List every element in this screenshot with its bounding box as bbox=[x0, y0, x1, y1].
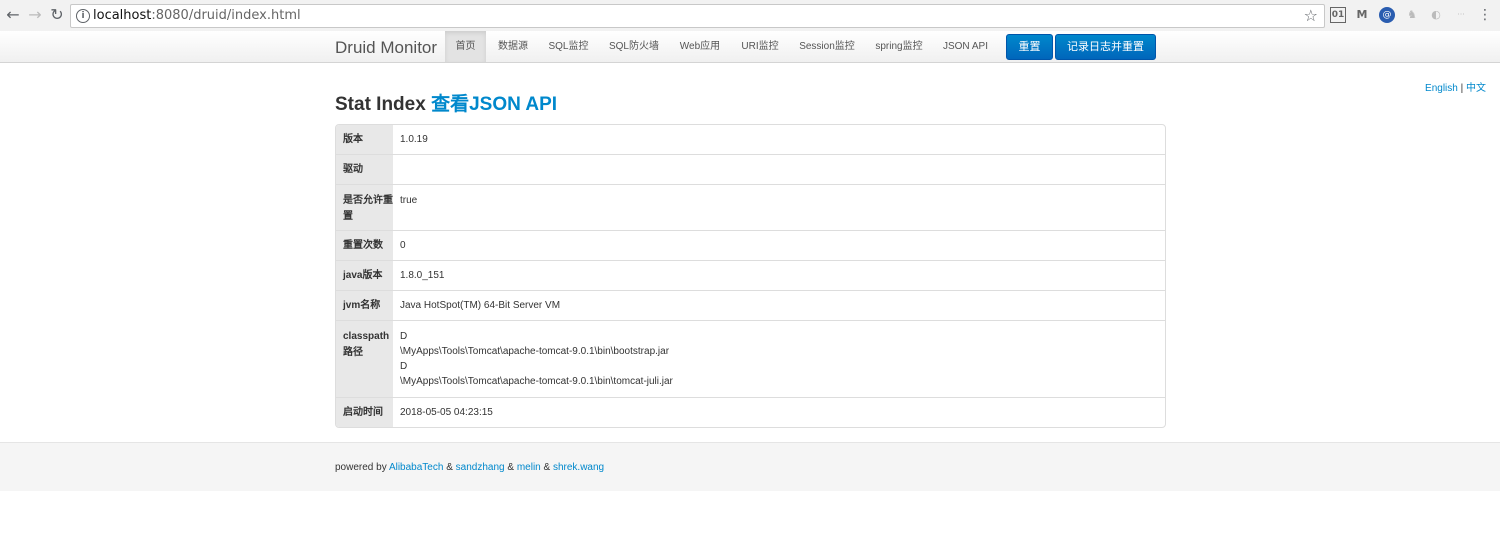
row-key: 驱动 bbox=[336, 155, 393, 184]
footer-link-alibabatech[interactable]: AlibabaTech bbox=[389, 462, 443, 473]
footer-credits: powered by AlibabaTech & sandzhang & mel… bbox=[335, 462, 604, 473]
footer-link-sandzhang[interactable]: sandzhang bbox=[456, 462, 505, 473]
footer-joiner: & bbox=[540, 462, 553, 473]
nav-item-sql-firewall[interactable]: SQL防火墙 bbox=[604, 31, 664, 62]
language-switcher: English | 中文 bbox=[1425, 79, 1486, 94]
table-row: java版本 1.8.0_151 bbox=[336, 260, 1165, 290]
view-json-api-link[interactable]: 查看JSON API bbox=[431, 94, 557, 115]
nav-item-uri-monitor[interactable]: URI监控 bbox=[736, 31, 784, 62]
lang-english-link[interactable]: English bbox=[1425, 83, 1458, 94]
classpath-line: D bbox=[400, 361, 408, 372]
at-extension-icon[interactable]: @ bbox=[1379, 7, 1395, 23]
bookmark-star-icon[interactable]: ☆ bbox=[1304, 6, 1318, 25]
row-value bbox=[393, 155, 1165, 184]
row-value: Java HotSpot(TM) 64-Bit Server VM bbox=[400, 300, 561, 311]
nav-item-spring-monitor[interactable]: spring监控 bbox=[870, 31, 928, 62]
row-value: 2018-05-05 04:23:15 bbox=[400, 407, 493, 418]
row-value: true bbox=[400, 195, 418, 206]
table-row: classpath路径 D \MyApps\Tools\Tomcat\apach… bbox=[336, 320, 1165, 397]
table-row: 版本 1.0.19 bbox=[336, 125, 1165, 154]
row-value: 1.0.19 bbox=[400, 134, 428, 145]
row-value: D \MyApps\Tools\Tomcat\apache-tomcat-9.0… bbox=[393, 321, 1165, 397]
row-key: 重置次数 bbox=[336, 231, 393, 260]
back-arrow-icon[interactable]: ← bbox=[3, 5, 23, 25]
footer-prefix: powered by bbox=[335, 462, 389, 473]
forward-arrow-icon[interactable]: → bbox=[25, 5, 45, 25]
row-key: java版本 bbox=[336, 261, 393, 290]
table-row: 是否允许重置 true bbox=[336, 184, 1165, 230]
row-value: 0 bbox=[400, 240, 406, 251]
nav-item-sql-monitor[interactable]: SQL监控 bbox=[543, 31, 594, 62]
half-circle-extension-icon[interactable]: ◐ bbox=[1428, 7, 1444, 23]
lang-chinese-link[interactable]: 中文 bbox=[1466, 83, 1486, 94]
browser-menu-icon[interactable]: ⋮ bbox=[1478, 7, 1492, 23]
page-title: Stat Index 查看JSON API bbox=[335, 89, 557, 116]
nav-item-json-api[interactable]: JSON API bbox=[938, 31, 993, 62]
footer-link-melin[interactable]: melin bbox=[517, 462, 541, 473]
table-row: 重置次数 0 bbox=[336, 230, 1165, 260]
log-and-reset-button[interactable]: 记录日志并重置 bbox=[1055, 34, 1156, 60]
reset-button[interactable]: 重置 bbox=[1006, 34, 1053, 60]
browser-toolbar: ← → ↻ i localhost:8080/druid/index.html … bbox=[0, 0, 1500, 32]
brand-title[interactable]: Druid Monitor bbox=[335, 38, 437, 58]
row-key: 启动时间 bbox=[336, 398, 393, 427]
row-value: 1.8.0_151 bbox=[400, 270, 445, 281]
table-row: 驱动 bbox=[336, 154, 1165, 184]
url-text: localhost:8080/druid/index.html bbox=[93, 8, 301, 23]
footer-joiner: & bbox=[443, 462, 456, 473]
nav-item-datasource[interactable]: 数据源 bbox=[493, 31, 533, 62]
chess-extension-icon[interactable]: ♞ bbox=[1404, 7, 1420, 23]
classpath-line: D bbox=[400, 331, 408, 342]
footer: powered by AlibabaTech & sandzhang & mel… bbox=[0, 442, 1500, 491]
reload-icon[interactable]: ↻ bbox=[47, 5, 67, 25]
info-icon[interactable]: i bbox=[76, 9, 90, 23]
row-key: jvm名称 bbox=[336, 291, 393, 320]
classpath-line: \MyApps\Tools\Tomcat\apache-tomcat-9.0.1… bbox=[400, 376, 673, 387]
gmail-extension-icon[interactable]: M bbox=[1354, 7, 1370, 23]
lang-separator: | bbox=[1457, 83, 1466, 94]
row-key: 是否允许重置 bbox=[336, 185, 393, 230]
address-bar[interactable]: i localhost:8080/druid/index.html ☆ bbox=[70, 4, 1325, 28]
more-extension-icon[interactable]: ··· bbox=[1453, 7, 1469, 23]
page-title-text: Stat Index bbox=[335, 94, 432, 115]
main-navbar: Druid Monitor 首页 数据源 SQL监控 SQL防火墙 Web应用 … bbox=[0, 31, 1500, 63]
extension-01-icon[interactable]: 01 bbox=[1330, 7, 1346, 23]
row-key: 版本 bbox=[336, 125, 393, 154]
stat-table: 版本 1.0.19 驱动 是否允许重置 true 重置次数 0 java版本 1… bbox=[335, 124, 1166, 428]
footer-joiner: & bbox=[504, 462, 517, 473]
table-row: jvm名称 Java HotSpot(TM) 64-Bit Server VM bbox=[336, 290, 1165, 320]
nav-item-home[interactable]: 首页 bbox=[445, 31, 486, 62]
classpath-line: \MyApps\Tools\Tomcat\apache-tomcat-9.0.1… bbox=[400, 346, 670, 357]
table-row: 启动时间 2018-05-05 04:23:15 bbox=[336, 397, 1165, 427]
nav-item-session-monitor[interactable]: Session监控 bbox=[795, 31, 859, 62]
row-key: classpath路径 bbox=[336, 321, 393, 397]
footer-link-shrek-wang[interactable]: shrek.wang bbox=[553, 462, 604, 473]
nav-item-web-app[interactable]: Web应用 bbox=[675, 31, 725, 62]
